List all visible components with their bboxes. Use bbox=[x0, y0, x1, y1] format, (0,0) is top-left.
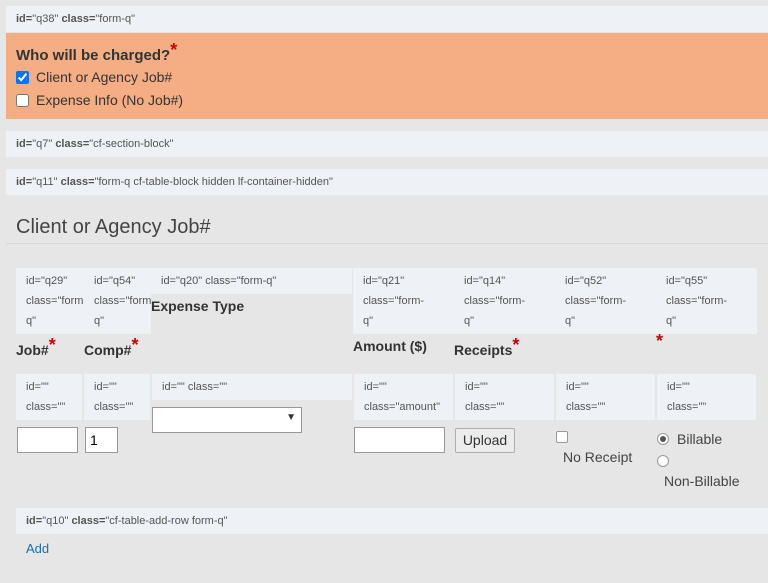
col-label-billable-required: * bbox=[656, 331, 664, 351]
q10-id-bar: id="q10" class="cf-table-add-row form-q" bbox=[16, 508, 768, 534]
expense-info-checkbox[interactable] bbox=[16, 93, 29, 107]
col-label-receipts: Receipts* bbox=[454, 335, 520, 358]
col-label-job: Job#* bbox=[16, 335, 56, 358]
expense-type-select[interactable]: ▼ bbox=[152, 407, 302, 433]
option-client-agency-job[interactable]: Client or Agency Job# bbox=[16, 69, 172, 85]
row-cell-comp: id="" class="" bbox=[84, 374, 150, 420]
chevron-down-icon: ▼ bbox=[286, 412, 296, 423]
non-billable-radio[interactable] bbox=[657, 455, 669, 467]
job-number-input[interactable] bbox=[17, 427, 78, 453]
charge-question-title: Who will be charged?* bbox=[16, 40, 178, 64]
header-cell-amount: id="q21" class="form-q" bbox=[353, 268, 454, 334]
section-divider bbox=[6, 243, 768, 244]
q7-id-bar: id="q7" class="cf-section-block" bbox=[6, 131, 768, 157]
billable-label: Billable bbox=[677, 431, 723, 447]
comp-number-input[interactable] bbox=[85, 427, 118, 453]
row-cell-job: id="" class="" bbox=[16, 374, 82, 420]
no-receipt-label: No Receipt bbox=[563, 449, 633, 465]
col-label-expense-type: Expense Type bbox=[151, 298, 245, 314]
option-expense-info[interactable]: Expense Info (No Job#) bbox=[16, 92, 183, 108]
no-receipt-checkbox[interactable] bbox=[556, 431, 568, 443]
billable-radio[interactable] bbox=[657, 433, 669, 445]
header-cell-expense-type: id="q20" class="form-q" bbox=[151, 268, 352, 294]
row-cell-amount: id="" class="amount" bbox=[354, 374, 453, 420]
header-cell-comp: id="q54" class="form-q" bbox=[84, 268, 151, 334]
client-agency-checkbox[interactable] bbox=[16, 70, 29, 84]
upload-button[interactable]: Upload bbox=[455, 428, 515, 453]
row-cell-receipts: id="" class="" bbox=[455, 374, 554, 420]
non-billable-label: Non-Billable bbox=[664, 473, 740, 489]
row-cell-no-receipt: id="" class="" bbox=[556, 374, 655, 420]
add-row-link[interactable]: Add bbox=[26, 541, 49, 556]
col-label-comp: Comp#* bbox=[84, 335, 139, 358]
header-cell-q52: id="q52" class="form-q" bbox=[555, 268, 656, 334]
q38-id-bar: id="q38" class="form-q" bbox=[6, 6, 768, 32]
col-label-amount: Amount ($) bbox=[353, 338, 427, 354]
section-title: Client or Agency Job# bbox=[16, 216, 211, 238]
header-cell-receipts: id="q14" class="form-q" bbox=[454, 268, 555, 334]
amount-input[interactable] bbox=[354, 427, 445, 453]
header-cell-job: id="q29" class="form-q" bbox=[16, 268, 84, 334]
header-cell-q55: id="q55" class="form-q" bbox=[656, 268, 757, 334]
row-cell-expense-type: id="" class="" bbox=[152, 374, 352, 400]
q11-id-bar: id="q11" class="form-q cf-table-block hi… bbox=[6, 169, 768, 195]
row-cell-billable: id="" class="" bbox=[657, 374, 756, 420]
